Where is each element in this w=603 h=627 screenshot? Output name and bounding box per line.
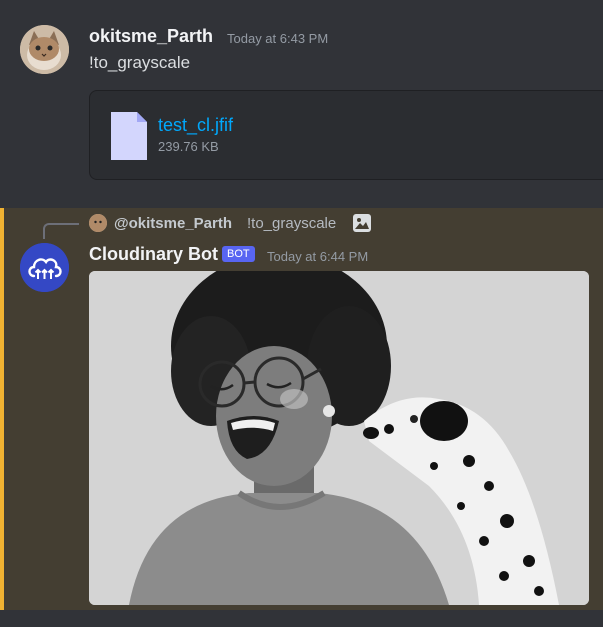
bot-badge: BOT xyxy=(222,246,255,262)
username[interactable]: Cloudinary Bot xyxy=(89,244,218,265)
mention-highlight-bar xyxy=(0,208,4,610)
message-okitsme-parth: okitsme_Parth Today at 6:43 PM !to_grays… xyxy=(0,0,603,208)
file-icon xyxy=(111,112,147,160)
reply-username[interactable]: @okitsme_Parth xyxy=(114,215,232,232)
file-name-link[interactable]: test_cl.jfif xyxy=(158,115,233,136)
username[interactable]: okitsme_Parth xyxy=(89,26,213,47)
message-cloudinary-bot: @okitsme_Parth !to_grayscale Cloudinary … xyxy=(0,208,603,610)
avatar[interactable] xyxy=(20,25,69,74)
reply-avatar[interactable] xyxy=(89,214,107,232)
avatar[interactable] xyxy=(20,243,69,292)
chat-bottom-area xyxy=(0,610,603,627)
file-size: 239.76 KB xyxy=(158,139,219,154)
file-attachment: test_cl.jfif 239.76 KB xyxy=(89,90,603,180)
timestamp: Today at 6:43 PM xyxy=(227,31,329,46)
image-attachment[interactable] xyxy=(89,271,589,605)
timestamp: Today at 6:44 PM xyxy=(267,249,369,264)
image-icon xyxy=(353,214,371,232)
grayscale-photo xyxy=(89,271,589,605)
message-content: !to_grayscale xyxy=(89,53,191,72)
reply-content[interactable]: !to_grayscale xyxy=(247,215,336,232)
reply-connector xyxy=(43,223,79,239)
cloudinary-logo-icon xyxy=(20,243,69,292)
